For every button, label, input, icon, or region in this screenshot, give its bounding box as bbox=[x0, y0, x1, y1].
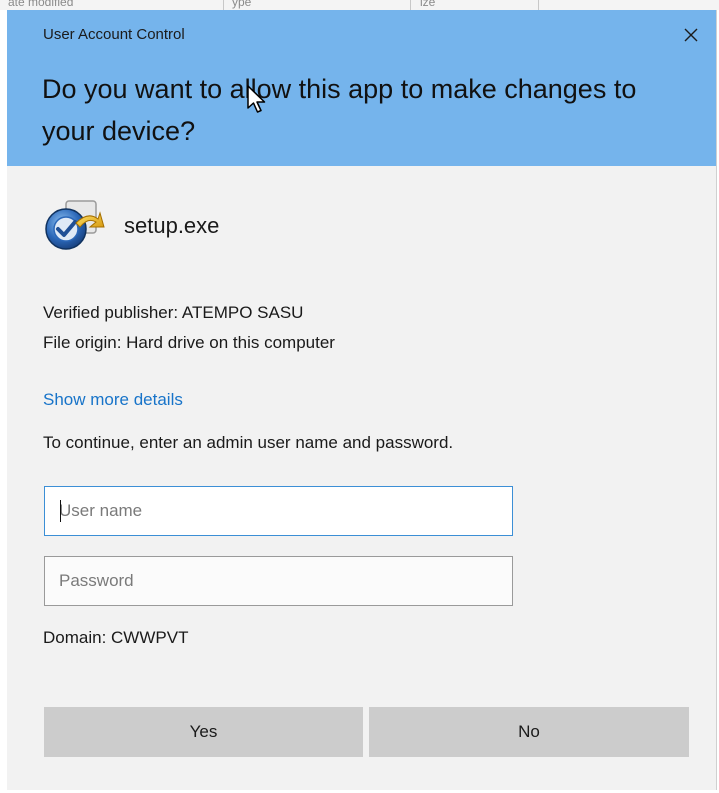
background-column-divider bbox=[223, 0, 224, 10]
setup-program-icon bbox=[45, 200, 105, 250]
close-icon bbox=[684, 28, 698, 42]
app-info: Verified publisher: ATEMPO SASU File ori… bbox=[43, 298, 335, 358]
password-input[interactable] bbox=[44, 556, 513, 606]
dialog-header: User Account Control Do you want to allo… bbox=[7, 10, 716, 166]
background-column-type: ype bbox=[232, 0, 252, 9]
app-row: setup.exe bbox=[42, 193, 219, 259]
app-name: setup.exe bbox=[124, 213, 220, 238]
yes-button[interactable]: Yes bbox=[44, 707, 363, 757]
uac-dialog: User Account Control Do you want to allo… bbox=[7, 10, 717, 790]
close-button[interactable] bbox=[674, 20, 708, 50]
screen: ate modified ype ize User Account Contro… bbox=[0, 0, 719, 793]
background-window-header: ate modified ype ize bbox=[0, 0, 719, 10]
verified-publisher: Verified publisher: ATEMPO SASU bbox=[43, 303, 304, 322]
dialog-title: User Account Control bbox=[43, 26, 185, 43]
file-origin: File origin: Hard drive on this computer bbox=[43, 333, 335, 352]
background-column-divider bbox=[410, 0, 411, 10]
credentials-prompt: To continue, enter an admin user name an… bbox=[43, 433, 454, 452]
no-button[interactable]: No bbox=[369, 707, 689, 757]
background-column-divider bbox=[538, 0, 539, 10]
dialog-headline: Do you want to allow this app to make ch… bbox=[42, 74, 637, 146]
domain-label: Domain: CWWPVT bbox=[43, 628, 189, 647]
background-column-date: ate modified bbox=[8, 0, 74, 9]
text-caret bbox=[60, 500, 61, 522]
background-column-size: ize bbox=[420, 0, 436, 9]
username-input[interactable] bbox=[44, 486, 513, 536]
show-more-details-link[interactable]: Show more details bbox=[43, 390, 183, 410]
